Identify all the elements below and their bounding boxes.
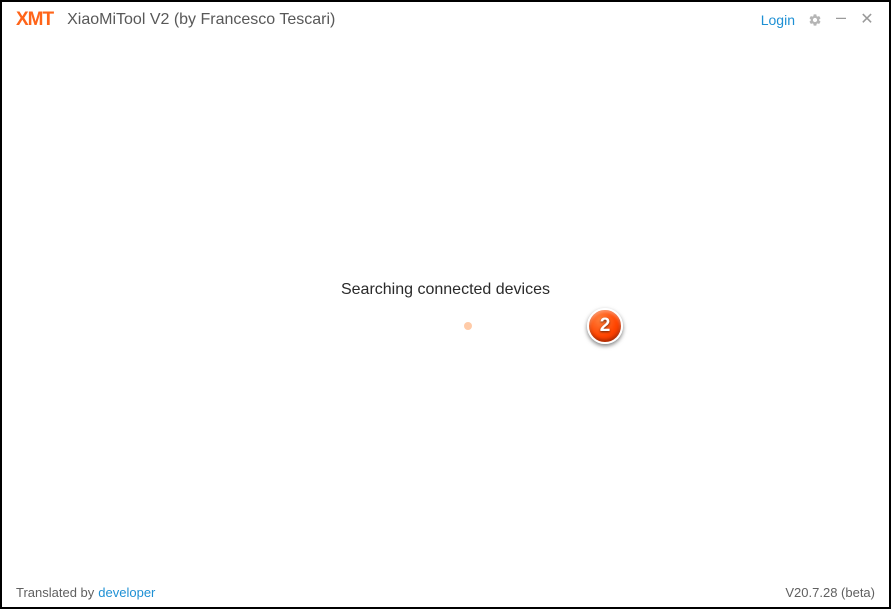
footer-bar: Translated by developer V20.7.28 (beta) — [2, 577, 889, 607]
loading-spinner-dot — [464, 322, 472, 330]
translated-by-label: Translated by — [16, 585, 94, 600]
gear-icon — [808, 13, 822, 27]
main-content: Searching connected devices 2 — [2, 38, 889, 577]
title-bar-controls: Login – ✕ — [761, 2, 875, 38]
app-logo: XMT — [16, 9, 53, 31]
minimize-icon: – — [836, 8, 846, 26]
app-window: XMT XiaoMiTool V2 (by Francesco Tescari)… — [0, 0, 891, 609]
annotation-badge: 2 — [587, 308, 623, 344]
login-link[interactable]: Login — [761, 12, 795, 28]
title-bar: XMT XiaoMiTool V2 (by Francesco Tescari)… — [2, 2, 889, 38]
app-title: XiaoMiTool V2 (by Francesco Tescari) — [67, 11, 335, 29]
footer-translated-by: Translated by developer — [16, 585, 155, 600]
settings-button[interactable] — [807, 12, 823, 28]
version-label: V20.7.28 (beta) — [785, 585, 875, 600]
translator-link[interactable]: developer — [98, 585, 155, 600]
minimize-button[interactable]: – — [833, 12, 849, 28]
close-button[interactable]: ✕ — [859, 12, 875, 28]
status-message: Searching connected devices — [341, 281, 550, 299]
close-icon: ✕ — [860, 12, 873, 28]
